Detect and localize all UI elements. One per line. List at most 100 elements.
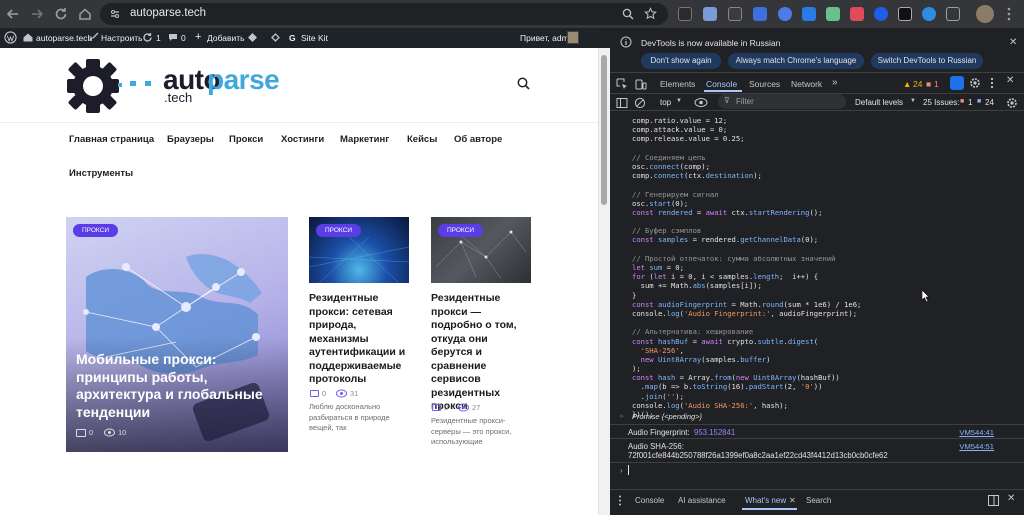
ai-assistant-icon[interactable] bbox=[950, 76, 964, 90]
drawer-tab-whats-new[interactable]: What's new bbox=[745, 496, 786, 505]
plugin-icon[interactable] bbox=[270, 32, 281, 43]
console-filter-input[interactable]: ⊽ Filter bbox=[718, 94, 846, 109]
device-toolbar-icon[interactable] bbox=[635, 78, 647, 90]
site-logo[interactable] bbox=[66, 58, 126, 114]
extension-icon-8[interactable] bbox=[850, 7, 864, 21]
featured-card[interactable]: ПРОКСИ Мобильные прокси: принципы работы… bbox=[66, 217, 288, 452]
menu-item-marketing[interactable]: Маркетинг bbox=[340, 134, 389, 145]
menu-item-browsers[interactable]: Браузеры bbox=[167, 134, 214, 145]
extension-icon-11[interactable] bbox=[922, 7, 936, 21]
comment-icon[interactable] bbox=[168, 33, 178, 42]
logo-dot bbox=[145, 81, 151, 86]
devtools-panel: DevTools is now available in Russian ✕ D… bbox=[610, 28, 1024, 515]
error-count[interactable]: 1 bbox=[934, 79, 939, 89]
code-line: const hashBuf = await crypto.subtle.dige… bbox=[632, 337, 1022, 346]
back-icon[interactable] bbox=[4, 5, 22, 23]
zoom-icon[interactable] bbox=[622, 8, 634, 20]
card-tag[interactable]: ПРОКСИ bbox=[438, 224, 483, 237]
card-title[interactable]: Мобильные прокси: принципы работы, архит… bbox=[76, 351, 281, 421]
warning-count[interactable]: 24 bbox=[913, 79, 922, 89]
sidebar-toggle-icon[interactable] bbox=[616, 97, 628, 109]
profile-avatar[interactable] bbox=[976, 5, 994, 23]
drawer-tab-search[interactable]: Search bbox=[806, 496, 831, 505]
card-image[interactable]: ПРОКСИ bbox=[309, 217, 409, 283]
chrome-menu-icon[interactable] bbox=[1006, 7, 1012, 21]
wordpress-logo-icon[interactable] bbox=[4, 31, 17, 44]
bookmark-star-icon[interactable] bbox=[644, 7, 657, 20]
card-tag[interactable]: ПРОКСИ bbox=[316, 224, 361, 237]
issues-error-count[interactable]: 1 bbox=[968, 98, 972, 107]
tab-network[interactable]: Network bbox=[791, 79, 822, 89]
dont-show-again-button[interactable]: Don't show again bbox=[641, 53, 721, 69]
clear-console-icon[interactable] bbox=[634, 97, 646, 109]
more-tabs-icon[interactable]: » bbox=[832, 77, 838, 88]
console-settings-icon[interactable] bbox=[1006, 97, 1018, 109]
card-image[interactable]: ПРОКСИ bbox=[431, 217, 531, 283]
search-icon[interactable] bbox=[517, 77, 530, 90]
console-input-caret[interactable] bbox=[628, 465, 629, 475]
fp-source-link[interactable]: VM544:41 bbox=[959, 428, 994, 437]
code-token: new bbox=[735, 373, 754, 383]
code-token: hashBuf bbox=[657, 336, 689, 346]
settings-gear-icon[interactable] bbox=[969, 77, 981, 89]
updates-icon[interactable] bbox=[142, 32, 153, 43]
reload-icon[interactable] bbox=[52, 5, 70, 23]
tab-sources[interactable]: Sources bbox=[749, 79, 780, 89]
card-tag[interactable]: ПРОКСИ bbox=[73, 224, 118, 237]
wp-site-kit-link[interactable]: Site Kit bbox=[301, 33, 328, 43]
site-info-icon[interactable] bbox=[109, 8, 121, 20]
drawer-tab-ai-assistance[interactable]: AI assistance bbox=[678, 496, 726, 505]
sha-source-link[interactable]: VM544:51 bbox=[959, 442, 994, 451]
user-avatar[interactable] bbox=[567, 31, 579, 44]
extension-icon-10[interactable] bbox=[898, 7, 912, 21]
wp-add-new-link[interactable]: Добавить bbox=[207, 33, 245, 43]
match-language-button[interactable]: Always match Chrome's language bbox=[728, 53, 864, 69]
menu-item-home[interactable]: Главная страница bbox=[69, 134, 154, 145]
scrollbar-thumb[interactable] bbox=[601, 55, 607, 205]
close-drawer-icon[interactable]: ✕ bbox=[1007, 493, 1015, 504]
dock-side-icon[interactable] bbox=[988, 495, 999, 506]
code-line: comp.ratio.value = 12; bbox=[632, 116, 1022, 125]
card-title[interactable]: Резидентные прокси: сетевая природа, мех… bbox=[309, 292, 413, 387]
close-icon[interactable]: ✕ bbox=[1009, 37, 1017, 48]
issues-info-count[interactable]: 24 bbox=[985, 98, 994, 107]
extension-k-icon[interactable] bbox=[678, 7, 692, 21]
menu-item-hosting[interactable]: Хостинги bbox=[281, 134, 324, 145]
code-token: comp.release.value = 0.25; bbox=[632, 134, 745, 144]
close-icon[interactable]: ✕ bbox=[789, 496, 796, 505]
diamond-icon[interactable] bbox=[247, 32, 258, 43]
extension-icon-6[interactable] bbox=[802, 7, 816, 21]
more-options-icon[interactable] bbox=[990, 77, 994, 89]
close-devtools-icon[interactable]: ✕ bbox=[1006, 75, 1014, 86]
inspect-element-icon[interactable] bbox=[616, 78, 628, 90]
extension-icon-5[interactable] bbox=[778, 7, 792, 21]
extensions-puzzle-icon[interactable] bbox=[946, 7, 960, 21]
log-levels-dropdown[interactable]: Default levels bbox=[855, 98, 903, 107]
drawer-menu-icon[interactable] bbox=[618, 495, 622, 506]
menu-item-tools[interactable]: Инструменты bbox=[69, 168, 133, 179]
menu-item-cases[interactable]: Кейсы bbox=[407, 134, 437, 145]
extension-pen-icon[interactable] bbox=[728, 7, 742, 21]
address-bar[interactable]: autoparse.tech bbox=[100, 3, 668, 25]
issues-label[interactable]: 25 Issues: bbox=[923, 98, 959, 107]
menu-item-proxy[interactable]: Прокси bbox=[229, 134, 263, 145]
home-icon[interactable] bbox=[76, 5, 94, 23]
wp-site-link[interactable]: autoparse.tech bbox=[36, 33, 92, 43]
wp-customize-link[interactable]: Настроить bbox=[101, 33, 143, 43]
extension-icon-4[interactable] bbox=[753, 7, 767, 21]
tab-elements[interactable]: Elements bbox=[660, 79, 695, 89]
context-selector[interactable]: top bbox=[660, 98, 671, 107]
switch-language-button[interactable]: Switch DevTools to Russian bbox=[871, 53, 983, 69]
menu-item-about[interactable]: Об авторе bbox=[454, 134, 502, 145]
forward-icon[interactable] bbox=[28, 5, 46, 23]
extension-icon-7[interactable] bbox=[826, 7, 840, 21]
extension-icon-9[interactable] bbox=[874, 7, 888, 21]
promise-result[interactable]: Promise {<pending>} bbox=[632, 412, 702, 421]
card-title[interactable]: Резидентные прокси — подробно о том, отк… bbox=[431, 292, 531, 414]
drawer-tab-console[interactable]: Console bbox=[635, 496, 664, 505]
live-expression-eye-icon[interactable] bbox=[694, 97, 708, 108]
card-comment-count: 0 bbox=[322, 389, 327, 398]
extension-icon-2[interactable] bbox=[703, 7, 717, 21]
tab-console[interactable]: Console bbox=[706, 79, 737, 89]
code-token: osc. bbox=[632, 198, 650, 208]
